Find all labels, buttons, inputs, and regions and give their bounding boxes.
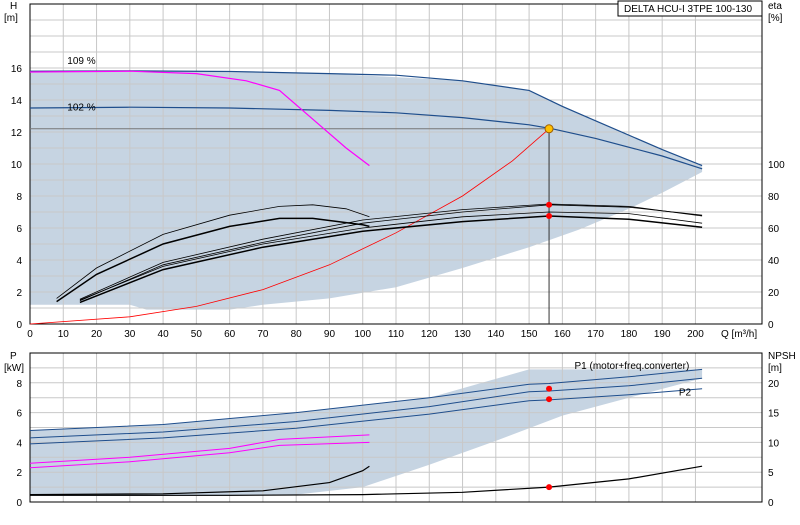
top-xtick-label-5: 50 xyxy=(191,329,203,340)
bottom-marker-0 xyxy=(546,385,553,392)
top-marker-1 xyxy=(546,213,553,219)
top-ytick-label-6: 12 xyxy=(11,128,23,139)
top-y2tick-label-5: 100 xyxy=(768,160,785,171)
bottom-y2tick-label-2: 10 xyxy=(768,438,780,449)
operating-point-marker xyxy=(544,124,554,134)
top-xtick-label-16: 160 xyxy=(554,329,571,340)
bottom-ylabel-unit: [kW] xyxy=(4,363,24,374)
bottom-y2label-unit: [m] xyxy=(768,363,782,374)
top-xtick-label-8: 80 xyxy=(291,329,303,340)
top-ytick-label-1: 2 xyxy=(16,288,22,299)
top-xtick-label-13: 130 xyxy=(454,329,471,340)
top-y2tick-label-2: 40 xyxy=(768,256,780,267)
top-xtick-label-0: 0 xyxy=(27,329,33,340)
top-title: DELTA HCU-I 3TPE 100-130 xyxy=(624,4,752,15)
top-xtick-label-17: 170 xyxy=(587,329,604,340)
bottom-ytick-label-2: 4 xyxy=(16,438,22,449)
top-ytick-label-3: 6 xyxy=(16,224,22,235)
bottom-ytick-label-0: 0 xyxy=(16,498,22,509)
top-xlabel: Q [m³/h] xyxy=(721,329,757,340)
top-xtick-label-10: 100 xyxy=(354,329,371,340)
top-xtick-label-15: 150 xyxy=(521,329,538,340)
bottom-ytick-label-3: 6 xyxy=(16,409,22,420)
top-ylabel-unit: [m] xyxy=(4,13,18,24)
top-xtick-label-19: 190 xyxy=(654,329,671,340)
top-xtick-label-18: 180 xyxy=(621,329,638,340)
top-xtick-label-12: 120 xyxy=(421,329,438,340)
bottom-marker-2 xyxy=(546,484,553,491)
top-ytick-label-0: 0 xyxy=(16,320,22,331)
top-xtick-label-3: 30 xyxy=(124,329,136,340)
bottom-y2tick-label-3: 15 xyxy=(768,409,780,420)
top-ylabel: H xyxy=(10,1,17,12)
top-y2label: eta xyxy=(768,1,782,12)
top-y2tick-label-4: 80 xyxy=(768,192,780,203)
bottom-y2label: NPSH xyxy=(768,351,796,362)
bottom-y2tick-label-1: 5 xyxy=(768,468,774,479)
top-y2label-unit: [%] xyxy=(768,13,783,24)
top-y2tick-label-0: 0 xyxy=(768,320,774,331)
top-ytick-label-2: 4 xyxy=(16,256,22,267)
top-y2tick-label-3: 60 xyxy=(768,224,780,235)
top-xtick-label-1: 10 xyxy=(58,329,70,340)
bottom-y2tick-label-0: 0 xyxy=(768,498,774,509)
top-xtick-label-2: 20 xyxy=(91,329,103,340)
speed-annotation-1: 102 % xyxy=(67,102,95,113)
bottom-ylabel: P xyxy=(10,351,17,362)
top-marker-0 xyxy=(546,201,553,208)
pump-curve-chart: H [m] eta [%] Q [m³/h] P [kW] NPSH [m] 0… xyxy=(0,0,800,520)
bottom-marker-1 xyxy=(546,396,553,403)
top-xtick-label-20: 200 xyxy=(687,329,704,340)
top-xtick-label-11: 110 xyxy=(388,329,404,340)
top-ytick-label-4: 8 xyxy=(16,192,22,203)
bottom-y2tick-label-4: 20 xyxy=(768,379,780,390)
bottom-ytick-label-1: 2 xyxy=(16,468,22,479)
power-label-0: P1 (motor+freq.converter) xyxy=(575,361,690,372)
bottom-ytick-label-4: 8 xyxy=(16,379,22,390)
top-y2tick-label-1: 20 xyxy=(768,288,780,299)
top-xtick-label-4: 40 xyxy=(158,329,170,340)
top-xtick-label-6: 60 xyxy=(224,329,236,340)
power-label-1: P2 xyxy=(679,388,692,399)
pump-curve-svg: H [m] eta [%] Q [m³/h] P [kW] NPSH [m] 0… xyxy=(4,0,796,509)
top-xtick-label-7: 70 xyxy=(257,329,269,340)
speed-annotation-0: 109 % xyxy=(67,56,95,67)
top-xtick-label-14: 140 xyxy=(487,329,504,340)
top-xtick-label-9: 90 xyxy=(324,329,336,340)
top-ytick-label-5: 10 xyxy=(11,160,23,171)
top-ytick-label-7: 14 xyxy=(11,96,23,107)
top-ytick-label-8: 16 xyxy=(11,64,23,75)
